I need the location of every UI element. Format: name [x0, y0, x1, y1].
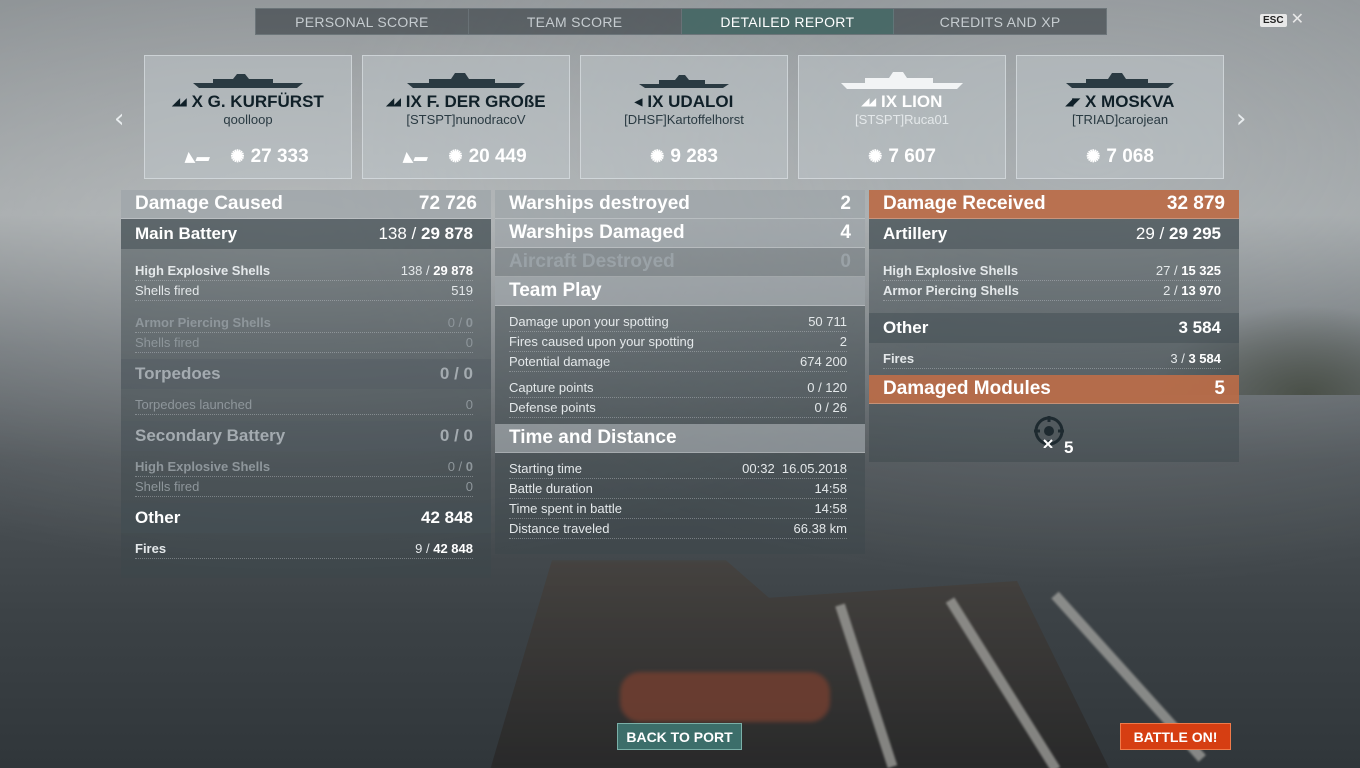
stat-row: Damage upon your spotting 50 711	[509, 312, 847, 332]
ship-silhouette-icon	[1066, 73, 1174, 88]
ship-name: IX LION	[880, 92, 943, 111]
torpedo-icon: ◣▬	[402, 149, 432, 164]
stat-row: Battle duration 14:58	[509, 479, 847, 499]
secondary-battery-header: Secondary Battery 0 / 0	[121, 421, 491, 451]
artillery-header: Artillery 29 / 29 295	[869, 219, 1239, 249]
damaged-module-icon	[1034, 416, 1064, 448]
prev-ship-arrow-icon[interactable]: ‹	[114, 104, 124, 134]
ship-score: 7 607	[888, 146, 936, 167]
explosion-icon: ✺	[650, 147, 665, 166]
explosion-icon: ✺	[448, 147, 463, 166]
stat-row: Capture points 0 / 120	[509, 378, 847, 398]
battleship-icon: ◢◢	[386, 96, 400, 108]
stat-row: High Explosive Shells 27 / 15 325	[883, 261, 1221, 281]
other-damage-header: Other 42 848	[121, 503, 491, 533]
damaged-modules-header: Damaged Modules 5	[869, 375, 1239, 404]
ship-name: X MOSKVA	[1084, 92, 1175, 111]
back-to-port-button[interactable]: BACK TO PORT	[617, 723, 742, 750]
stat-row: Torpedoes launched 0	[135, 395, 473, 415]
battle-on-button[interactable]: BATTLE ON!	[1120, 723, 1231, 750]
ship-silhouette-icon	[841, 72, 963, 89]
stat-row: Time spent in battle 14:58	[509, 499, 847, 519]
ship-silhouette-icon	[193, 74, 303, 88]
stat-row: Potential damage 674 200	[509, 352, 847, 372]
next-ship-arrow-icon[interactable]: ›	[1236, 104, 1246, 134]
ship-score: 7 068	[1106, 146, 1154, 167]
cruiser-icon: ◢◤	[1065, 96, 1080, 108]
torpedo-icon: ◣▬	[184, 149, 214, 164]
player-name: [TRIAD]carojean	[1071, 112, 1169, 127]
stat-row: High Explosive Shells 0 / 0	[135, 457, 473, 477]
other-received-header: Other 3 584	[869, 313, 1239, 343]
tab-team-score[interactable]: TEAM SCORE	[469, 9, 682, 34]
tab-personal-score[interactable]: PERSONAL SCORE	[256, 9, 469, 34]
explosion-icon: ✺	[230, 147, 245, 166]
damage-received-header: Damage Received 32 879	[869, 190, 1239, 219]
stat-row: Fires 3 / 3 584	[883, 349, 1221, 369]
aircraft-destroyed: Aircraft Destroyed 0	[495, 248, 865, 277]
ship-name: IX UDALOI	[647, 92, 734, 111]
battleship-icon: ◢◢	[172, 96, 186, 108]
damage-caused-panel: Damage Caused 72 726 Main Battery 138 / 2…	[121, 190, 491, 578]
ship-name: IX F. DER GROßE	[405, 92, 546, 111]
ship-score: 27 333	[250, 146, 309, 167]
ship-silhouette-icon	[407, 73, 525, 88]
ship-card[interactable]: ◀ IX UDALOI [DHSF]Kartoffelhorst ✺ 9 283	[580, 55, 788, 179]
damage-caused-header: Damage Caused 72 726	[121, 190, 491, 219]
close-button[interactable]: ESC ✕	[1260, 11, 1304, 28]
ship-name: X G. KURFÜRST	[191, 92, 324, 111]
stat-row: Armor Piercing Shells 2 / 13 970	[883, 281, 1221, 301]
stat-row: Shells fired 0	[135, 477, 473, 497]
report-tabs: PERSONAL SCORE TEAM SCORE DETAILED REPOR…	[255, 8, 1107, 35]
stat-row: High Explosive Shells 138 / 29 878	[135, 261, 473, 281]
main-battery-header: Main Battery 138 / 29 878	[121, 219, 491, 249]
warships-damaged: Warships Damaged 4	[495, 219, 865, 248]
ship-silhouette-icon	[639, 75, 729, 88]
ship-card[interactable]: ◢◢ IX LION [STSPT]Ruca01 ✺ 7 607	[798, 55, 1006, 179]
player-name: [STSPT]Ruca01	[855, 112, 949, 127]
stat-row: Distance traveled 66.38 km	[509, 519, 847, 539]
ship-card[interactable]: ◢◤ X MOSKVA [TRIAD]carojean ✺ 7 068	[1016, 55, 1224, 179]
stat-row: Shells fired 519	[135, 281, 473, 301]
tab-detailed-report[interactable]: DETAILED REPORT	[681, 9, 895, 34]
ship-score: 20 449	[468, 146, 527, 167]
player-name: [STSPT]nunodracoV	[406, 112, 526, 127]
time-distance-header: Time and Distance	[495, 424, 865, 453]
stat-row: Fires 9 / 42 848	[135, 539, 473, 559]
esc-key-label: ESC	[1260, 13, 1287, 27]
ship-score: 9 283	[670, 146, 718, 167]
tab-credits-xp[interactable]: CREDITS AND XP	[894, 9, 1106, 34]
ship-card[interactable]: ◢◢ IX F. DER GROßE [STSPT]nunodracoV ◣▬ ✺ 2…	[362, 55, 570, 179]
player-name: qoolloop	[223, 112, 273, 127]
explosion-icon: ✺	[1086, 147, 1101, 166]
destroyer-icon: ◀	[634, 96, 643, 108]
stat-row: Fires caused upon your spotting 2	[509, 332, 847, 352]
stat-row: Shells fired 0	[135, 333, 473, 353]
damaged-module-count: 5	[1064, 438, 1074, 457]
battle-summary-panel: Warships destroyed 2 Warships Damaged 4 Ai…	[495, 190, 865, 554]
torpedoes-header: Torpedoes 0 / 0	[121, 359, 491, 389]
background-ship	[490, 560, 1110, 768]
explosion-icon: ✺	[868, 147, 883, 166]
stat-row: Starting time 00:32 16.05.2018	[509, 459, 847, 479]
warships-destroyed: Warships destroyed 2	[495, 190, 865, 219]
background-liferaft	[620, 672, 830, 722]
ship-card[interactable]: ◢◢ X G. KURFÜRST qoolloop ◣▬ ✺ 27 333	[144, 55, 352, 179]
stat-row: Defense points 0 / 26	[509, 398, 847, 418]
close-icon: ✕	[1290, 11, 1304, 28]
stat-row: Armor Piercing Shells 0 / 0	[135, 313, 473, 333]
team-play-header: Team Play	[495, 277, 865, 306]
player-name: [DHSF]Kartoffelhorst	[624, 112, 744, 127]
battleship-icon: ◢◢	[861, 96, 876, 108]
